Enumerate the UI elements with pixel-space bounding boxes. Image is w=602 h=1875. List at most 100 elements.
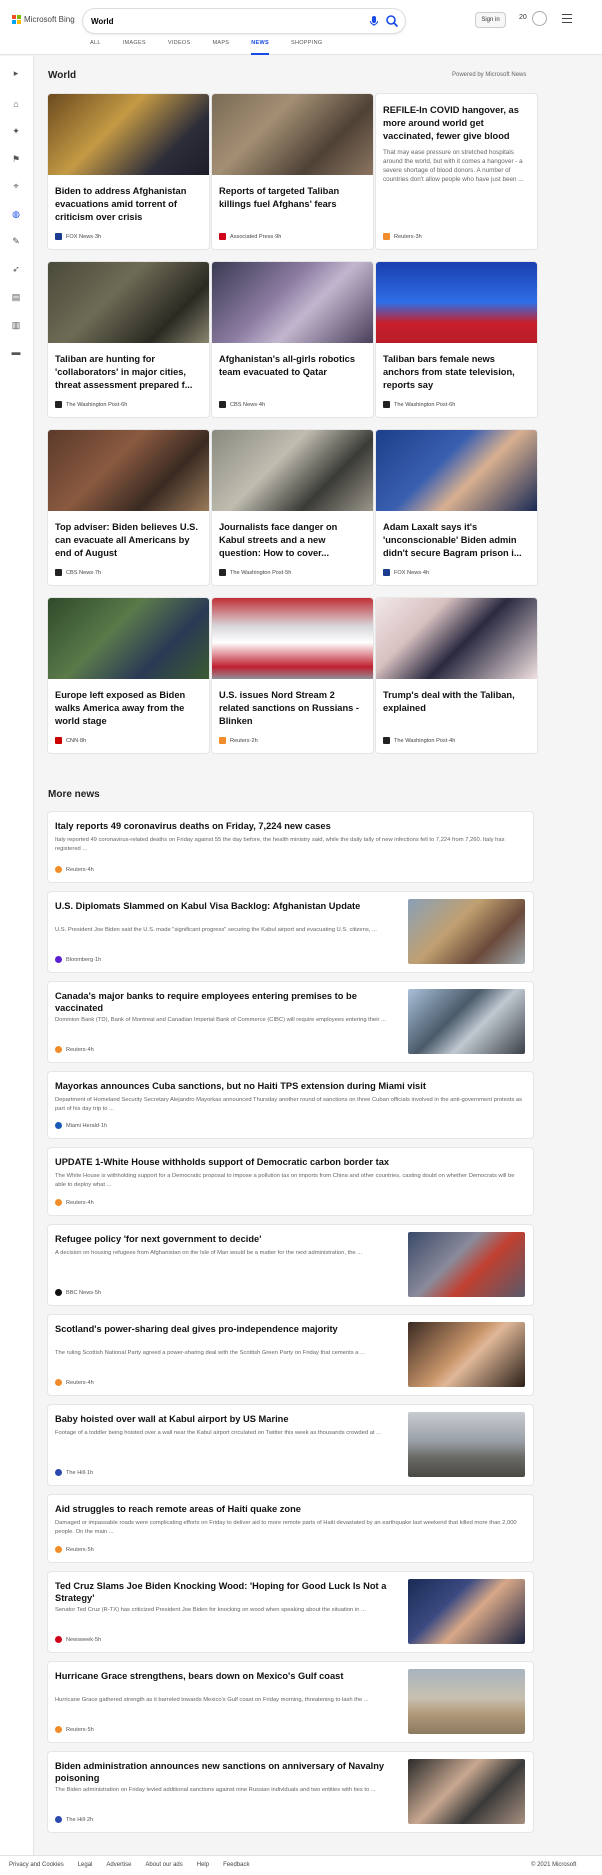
- building-icon[interactable]: ▥: [10, 319, 22, 331]
- news-list-item[interactable]: Hurricane Grace strengthens, bears down …: [48, 1662, 533, 1742]
- news-title[interactable]: REFILE-In COVID hangover, as more around…: [383, 104, 529, 143]
- rewards-count[interactable]: 20: [519, 14, 527, 21]
- footer-link[interactable]: Feedback: [223, 1862, 249, 1868]
- footer-link[interactable]: Advertise: [106, 1862, 131, 1868]
- news-title[interactable]: Baby hoisted over wall at Kabul airport …: [55, 1413, 395, 1425]
- footer-link[interactable]: About our ads: [145, 1862, 182, 1868]
- news-title[interactable]: UPDATE 1-White House withholds support o…: [55, 1156, 525, 1168]
- news-title[interactable]: Top adviser: Biden believes U.S. can eva…: [55, 521, 201, 560]
- news-thumbnail[interactable]: [408, 1232, 525, 1297]
- news-thumbnail[interactable]: [408, 989, 525, 1054]
- news-title[interactable]: Canada's major banks to require employee…: [55, 990, 395, 1014]
- news-card[interactable]: Adam Laxalt says it's 'unconscionable' B…: [376, 430, 537, 585]
- news-thumbnail[interactable]: [408, 1759, 525, 1824]
- rewards-trophy-icon[interactable]: [532, 11, 547, 26]
- bing-logo[interactable]: Microsoft Bing: [12, 15, 75, 24]
- spark-icon[interactable]: ✦: [10, 125, 22, 137]
- news-title[interactable]: Taliban bars female news anchors from st…: [383, 353, 529, 392]
- news-source[interactable]: CBS News · 7h: [55, 569, 101, 576]
- news-title[interactable]: Biden to address Afghanistan evacuations…: [55, 185, 201, 224]
- tab-videos[interactable]: VIDEOS: [168, 40, 191, 55]
- search-input[interactable]: [91, 13, 341, 29]
- news-list-item[interactable]: Mayorkas announces Cuba sanctions, but n…: [48, 1072, 533, 1138]
- location-pin-icon[interactable]: ⌖: [10, 180, 22, 192]
- news-card[interactable]: Europe left exposed as Biden walks Ameri…: [48, 598, 209, 753]
- news-source[interactable]: Associated Press · 9h: [219, 233, 281, 240]
- news-thumbnail[interactable]: [408, 1322, 525, 1387]
- tab-all[interactable]: ALL: [90, 40, 101, 55]
- news-card[interactable]: U.S. issues Nord Stream 2 related sancti…: [212, 598, 373, 753]
- news-source[interactable]: Reuters · 4h: [55, 1046, 94, 1053]
- card-icon[interactable]: ▬: [10, 346, 22, 358]
- news-source[interactable]: Reuters · 5h: [55, 1726, 94, 1733]
- news-title[interactable]: Reports of targeted Taliban killings fue…: [219, 185, 365, 211]
- news-thumbnail[interactable]: [408, 1669, 525, 1734]
- news-thumbnail[interactable]: [408, 899, 525, 964]
- news-source[interactable]: Reuters · 4h: [55, 866, 94, 873]
- news-title[interactable]: Mayorkas announces Cuba sanctions, but n…: [55, 1080, 525, 1092]
- news-source[interactable]: The Washington Post · 6h: [383, 401, 455, 408]
- news-source[interactable]: The Hill · 1h: [55, 1469, 93, 1476]
- news-title[interactable]: Taliban are hunting for 'collaborators' …: [55, 353, 201, 392]
- news-title[interactable]: Trump's deal with the Taliban, explained: [383, 689, 529, 715]
- search-icon[interactable]: [385, 14, 399, 28]
- news-card[interactable]: Reports of targeted Taliban killings fue…: [212, 94, 373, 249]
- news-list-item[interactable]: U.S. Diplomats Slammed on Kabul Visa Bac…: [48, 892, 533, 972]
- news-source[interactable]: Bloomberg · 1h: [55, 956, 101, 963]
- flag-icon[interactable]: ⚑: [10, 153, 22, 165]
- tab-shopping[interactable]: SHOPPING: [291, 40, 322, 55]
- news-source[interactable]: CBS News · 4h: [219, 401, 265, 408]
- news-list-item[interactable]: Baby hoisted over wall at Kabul airport …: [48, 1405, 533, 1485]
- hamburger-menu-icon[interactable]: [562, 14, 572, 24]
- news-list-item[interactable]: Canada's major banks to require employee…: [48, 982, 533, 1062]
- news-title[interactable]: Adam Laxalt says it's 'unconscionable' B…: [383, 521, 529, 560]
- news-title[interactable]: Aid struggles to reach remote areas of H…: [55, 1503, 525, 1515]
- news-source[interactable]: The Washington Post · 5h: [219, 569, 291, 576]
- news-source[interactable]: FOX News · 3h: [55, 233, 101, 240]
- footer-link[interactable]: Help: [197, 1862, 209, 1868]
- news-card[interactable]: Afghanistan's all-girls robotics team ev…: [212, 262, 373, 417]
- wrench-icon[interactable]: ✎: [10, 235, 22, 247]
- news-card[interactable]: Taliban are hunting for 'collaborators' …: [48, 262, 209, 417]
- news-source[interactable]: Reuters · 4h: [55, 1199, 94, 1206]
- news-title[interactable]: Journalists face danger on Kabul streets…: [219, 521, 365, 560]
- news-title[interactable]: Ted Cruz Slams Joe Biden Knocking Wood: …: [55, 1580, 395, 1604]
- globe-icon[interactable]: ◍: [10, 208, 22, 220]
- news-card[interactable]: Taliban bars female news anchors from st…: [376, 262, 537, 417]
- news-source[interactable]: CNN · 8h: [55, 737, 86, 744]
- news-card[interactable]: Trump's deal with the Taliban, explained…: [376, 598, 537, 753]
- news-source[interactable]: Newsweek · 5h: [55, 1636, 101, 1643]
- news-title[interactable]: U.S. Diplomats Slammed on Kabul Visa Bac…: [55, 900, 395, 912]
- tab-maps[interactable]: MAPS: [212, 40, 229, 55]
- microphone-icon[interactable]: [368, 15, 380, 27]
- sign-in-button[interactable]: Sign in: [475, 12, 506, 28]
- news-source[interactable]: Reuters · 4h: [55, 1379, 94, 1386]
- news-source[interactable]: Miami Herald · 1h: [55, 1122, 107, 1129]
- home-icon[interactable]: ⌂: [10, 98, 22, 110]
- news-title[interactable]: Italy reports 49 coronavirus deaths on F…: [55, 820, 525, 832]
- news-source[interactable]: Reuters · 2h: [219, 737, 258, 744]
- news-source[interactable]: FOX News · 4h: [383, 569, 429, 576]
- news-source[interactable]: The Hill · 2h: [55, 1816, 93, 1823]
- news-title[interactable]: Hurricane Grace strengthens, bears down …: [55, 1670, 395, 1682]
- news-list-item[interactable]: Italy reports 49 coronavirus deaths on F…: [48, 812, 533, 882]
- news-card[interactable]: Biden to address Afghanistan evacuations…: [48, 94, 209, 249]
- news-list-item[interactable]: Biden administration announces new sanct…: [48, 1752, 533, 1832]
- film-icon[interactable]: ▤: [10, 291, 22, 303]
- news-title[interactable]: U.S. issues Nord Stream 2 related sancti…: [219, 689, 365, 728]
- news-source[interactable]: Reuters · 5h: [55, 1546, 94, 1553]
- news-list-item[interactable]: Aid struggles to reach remote areas of H…: [48, 1495, 533, 1562]
- news-card[interactable]: REFILE-In COVID hangover, as more around…: [376, 94, 537, 249]
- news-list-item[interactable]: Ted Cruz Slams Joe Biden Knocking Wood: …: [48, 1572, 533, 1652]
- footer-link[interactable]: Privacy and Cookies: [9, 1862, 64, 1868]
- news-title[interactable]: Refugee policy 'for next government to d…: [55, 1233, 395, 1245]
- news-thumbnail[interactable]: [408, 1412, 525, 1477]
- news-list-item[interactable]: UPDATE 1-White House withholds support o…: [48, 1148, 533, 1215]
- rocket-icon[interactable]: ➶: [10, 263, 22, 275]
- tab-news[interactable]: NEWS: [251, 40, 269, 55]
- news-source[interactable]: BBC News · 5h: [55, 1289, 101, 1296]
- news-thumbnail[interactable]: [408, 1579, 525, 1644]
- tab-images[interactable]: IMAGES: [123, 40, 146, 55]
- news-title[interactable]: Europe left exposed as Biden walks Ameri…: [55, 689, 201, 728]
- footer-link[interactable]: Legal: [78, 1862, 93, 1868]
